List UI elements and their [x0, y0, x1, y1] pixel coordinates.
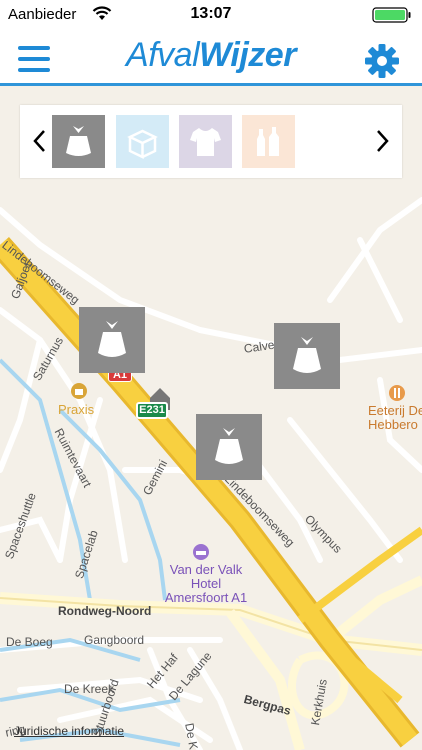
tshirt-icon	[179, 115, 232, 168]
status-bar: Aanbieder 13:07	[0, 0, 422, 30]
waste-type-filter	[20, 105, 402, 178]
logo-text-wijzer: Wijzer	[199, 36, 296, 74]
app-logo: AfvalWijzer	[0, 36, 422, 75]
street-label: De Boeg	[6, 635, 53, 649]
chevron-right-icon[interactable]	[372, 127, 392, 155]
filter-textiel[interactable]	[179, 115, 232, 168]
filter-papier[interactable]	[116, 115, 169, 168]
paper-box-icon	[116, 115, 169, 168]
shopping-bag-icon	[71, 383, 87, 399]
waste-bag-icon	[293, 337, 321, 373]
poi-label: Van der Valk Hotel Amersfoort A1	[164, 562, 248, 605]
gear-icon[interactable]	[364, 43, 400, 79]
container-marker[interactable]	[79, 307, 145, 373]
filter-restafval[interactable]	[52, 115, 105, 168]
filter-pmd[interactable]	[242, 115, 295, 168]
waste-bag-icon	[98, 321, 126, 357]
clock: 13:07	[190, 5, 232, 22]
waste-bag-icon	[215, 428, 243, 464]
legal-info-link[interactable]: Juridische informatie	[14, 724, 124, 738]
road-sign-e231: E231	[136, 402, 168, 419]
container-marker[interactable]	[274, 323, 340, 389]
logo-text-afval: Afval	[126, 36, 200, 74]
bottles-icon	[242, 115, 295, 168]
app-header: AfvalWijzer	[0, 30, 422, 86]
street-label: Gangboord	[84, 633, 145, 647]
restaurant-icon	[389, 385, 405, 401]
battery-icon	[372, 7, 411, 23]
street-label: Rondweg-Noord	[58, 604, 152, 618]
waste-bag-icon	[52, 115, 105, 168]
poi-label: Praxis	[58, 402, 95, 417]
chevron-left-icon[interactable]	[30, 127, 50, 155]
bed-icon	[193, 544, 209, 560]
poi-label: Eeterij De Hebbero	[368, 403, 422, 432]
container-marker[interactable]	[196, 414, 262, 480]
